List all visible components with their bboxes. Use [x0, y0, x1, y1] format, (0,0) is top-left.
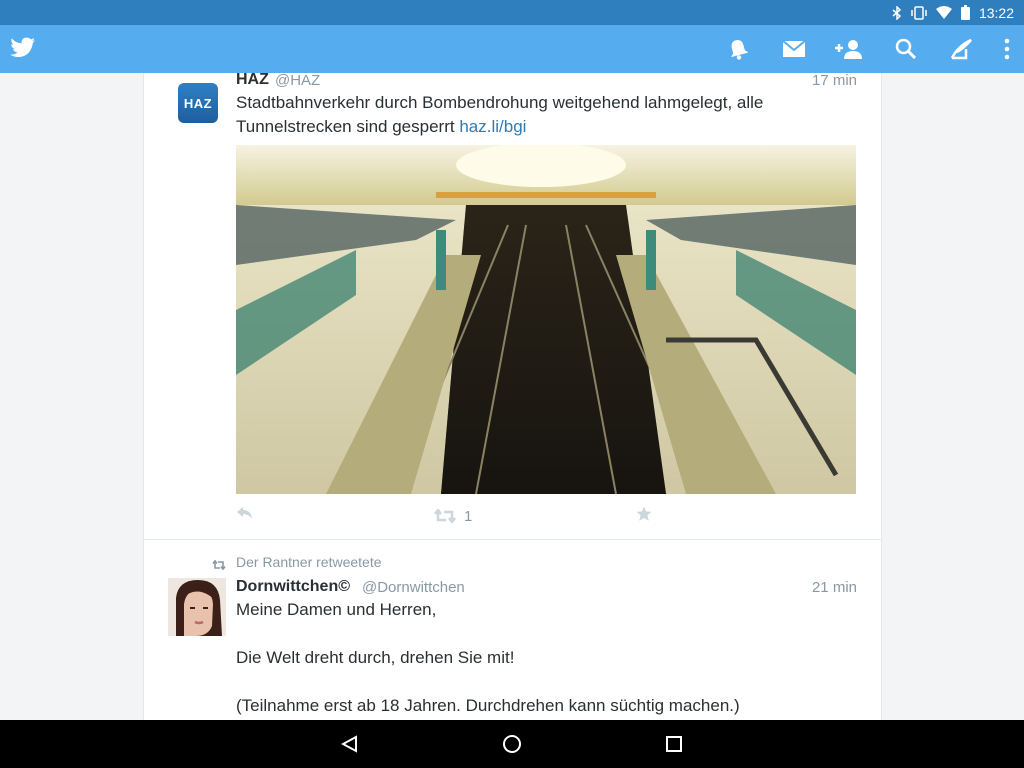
recents-icon[interactable]	[662, 732, 686, 756]
retweet-icon	[212, 557, 226, 575]
status-bar: 13:22	[0, 0, 1024, 25]
app-bar	[0, 25, 1024, 73]
vibrate-icon	[911, 5, 927, 20]
notifications-icon[interactable]	[725, 37, 751, 61]
station-photo	[236, 145, 856, 494]
clock: 13:22	[978, 4, 1014, 21]
tweet-time: 17 min	[811, 73, 857, 89]
author-name[interactable]: Dornwittchen©	[236, 578, 350, 596]
retweet-count: 1	[464, 507, 473, 525]
reply-button[interactable]	[236, 506, 254, 526]
tweet-text-line: Stadtbahnverkehr durch Bombendrohung wei…	[236, 93, 764, 112]
back-icon[interactable]	[338, 732, 362, 756]
battery-icon	[960, 5, 970, 20]
bluetooth-icon	[892, 5, 902, 20]
avatar[interactable]	[168, 578, 226, 636]
author-name[interactable]: HAZ	[236, 73, 269, 89]
tweet-text-line: Tunnelstrecken sind gesperrt haz.li/bgi	[236, 115, 856, 139]
retweet-icon	[434, 509, 456, 523]
tweet-text-line: Meine Damen und Herren,	[236, 600, 437, 619]
overflow-menu-icon[interactable]	[994, 37, 1020, 61]
favorite-button[interactable]	[636, 506, 652, 526]
tweet-text-segment: Tunnelstrecken sind gesperrt	[236, 117, 460, 136]
twitter-bird-icon[interactable]	[10, 37, 36, 64]
author-handle[interactable]: @Dornwittchen	[362, 579, 465, 596]
tweet-text-line: (Teilnahme erst ab 18 Jahren. Durchdrehe…	[236, 696, 740, 715]
divider	[144, 539, 881, 540]
avatar-text: HAZ	[183, 95, 213, 111]
tweet-text: Meine Damen und Herren, Die Welt dreht d…	[236, 598, 856, 718]
author-handle[interactable]: @HAZ	[275, 73, 320, 89]
timeline[interactable]: HAZ HAZ @HAZ 17 min Stadtbahnverkehr dur…	[143, 73, 882, 720]
home-icon[interactable]	[500, 732, 524, 756]
retweet-button[interactable]: 1	[434, 506, 472, 526]
compose-icon[interactable]	[949, 37, 975, 61]
tweet-link[interactable]: haz.li/bgi	[459, 117, 526, 136]
tweet-text: Stadtbahnverkehr durch Bombendrohung wei…	[236, 91, 856, 139]
search-icon[interactable]	[893, 37, 919, 61]
retweeted-by-label[interactable]: Der Rantner retweetete	[236, 554, 382, 570]
messages-icon[interactable]	[781, 37, 807, 61]
tweet-text-line: Die Welt dreht durch, drehen Sie mit!	[236, 648, 515, 667]
tweet-photo[interactable]	[236, 145, 856, 494]
wifi-icon	[935, 6, 952, 19]
tweet-time: 21 min	[811, 579, 857, 596]
add-user-icon[interactable]	[834, 37, 864, 61]
navigation-bar	[0, 720, 1024, 768]
avatar[interactable]: HAZ	[178, 83, 218, 123]
avatar-photo	[168, 578, 226, 636]
